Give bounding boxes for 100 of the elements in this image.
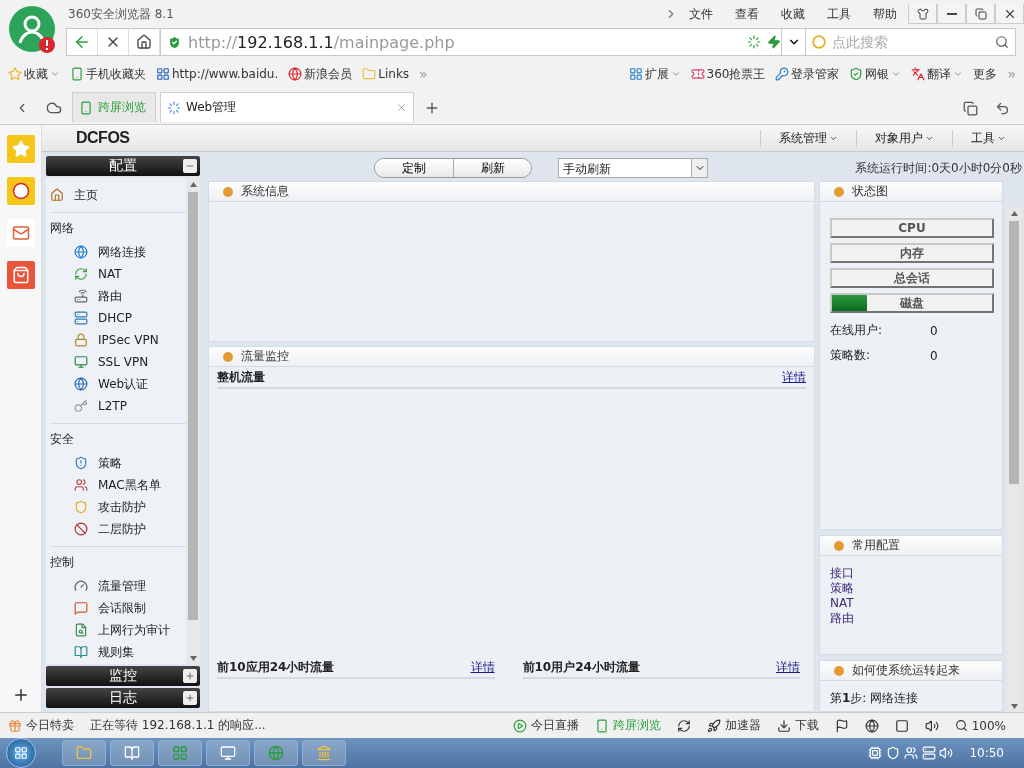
server-icon[interactable]: [921, 746, 936, 760]
cloud-icon[interactable]: [46, 100, 62, 116]
collapse-icon[interactable]: [183, 159, 197, 173]
scroll-down-icon[interactable]: [1010, 703, 1018, 709]
mail-icon[interactable]: [6, 219, 35, 247]
nav-item[interactable]: SSL VPN: [50, 351, 186, 373]
config-link[interactable]: 接口: [830, 566, 992, 581]
close-tab-icon[interactable]: [396, 102, 407, 113]
windows-icon: [14, 746, 28, 760]
bookmark[interactable]: 新浪会员: [288, 65, 353, 83]
nav-item[interactable]: 主页: [50, 184, 186, 206]
taskbar-button[interactable]: [62, 740, 106, 766]
toolbar-button[interactable]: 刷新: [453, 159, 531, 177]
nav-item[interactable]: 会话限制: [50, 597, 186, 619]
download-button[interactable]: 下载: [776, 717, 819, 734]
chip-icon[interactable]: [868, 746, 883, 760]
minimize-button[interactable]: [937, 4, 966, 24]
nav-item[interactable]: 策略: [50, 452, 186, 474]
globe-icon[interactable]: [864, 718, 879, 733]
flag-icon[interactable]: [834, 718, 849, 733]
caret-icon[interactable]: [50, 69, 60, 79]
section-header[interactable]: 日志: [46, 688, 200, 708]
menu-item[interactable]: 工具: [827, 5, 851, 23]
menu-item[interactable]: 查看: [735, 5, 759, 23]
toolbar-item[interactable]: 更多: [973, 65, 998, 83]
refresh-icon[interactable]: [676, 718, 691, 733]
refresh-select[interactable]: 手动刷新: [558, 158, 708, 178]
menu-item[interactable]: 帮助: [873, 5, 897, 23]
caret-icon[interactable]: [670, 69, 681, 79]
section-header[interactable]: 监控: [46, 666, 200, 686]
scrollbar[interactable]: [1007, 207, 1021, 712]
lightning-icon[interactable]: [767, 35, 781, 49]
expand-icon[interactable]: [183, 669, 197, 683]
header-menu[interactable]: 工具: [952, 129, 1024, 147]
taskbar-button[interactable]: [302, 740, 346, 766]
zoom-button[interactable]: 100%: [954, 718, 1006, 733]
dropdown-button[interactable]: [782, 28, 806, 56]
scroll-down-icon[interactable]: [189, 655, 197, 661]
tab[interactable]: Web管理: [160, 92, 414, 122]
toolbar-item[interactable]: 扩展: [628, 65, 681, 83]
nav-item[interactable]: 攻击防护: [50, 496, 186, 518]
bookmark[interactable]: Links: [362, 67, 410, 81]
config-link[interactable]: 路由: [830, 611, 992, 626]
window-icon[interactable]: [894, 718, 909, 733]
nav-item[interactable]: NAT: [50, 263, 186, 285]
bookmark[interactable]: 收藏: [8, 65, 60, 83]
toolbar-button[interactable]: 定制: [375, 159, 453, 177]
bookmark[interactable]: http://www.baidu.: [156, 67, 279, 81]
taskbar-button[interactable]: [110, 740, 154, 766]
search-box[interactable]: 点此搜索: [806, 28, 1016, 56]
shield-icon[interactable]: [885, 746, 900, 760]
avatar-icon[interactable]: [8, 5, 58, 55]
nav-item[interactable]: MAC黑名单: [50, 474, 186, 496]
nav-item[interactable]: IPSec VPN: [50, 329, 186, 351]
details-link[interactable]: 详情: [782, 368, 806, 386]
close-button[interactable]: [995, 4, 1024, 24]
scroll-up-icon[interactable]: [189, 181, 197, 187]
volume-icon[interactable]: [924, 718, 939, 733]
header-menu[interactable]: 系统管理: [760, 129, 856, 147]
address-field[interactable]: http://192.168.1.1/mainpage.php: [160, 28, 782, 56]
header-menu[interactable]: 对象用户: [856, 129, 952, 147]
toolbar-item[interactable]: 网银: [849, 65, 902, 83]
nav-item[interactable]: 二层防护: [50, 518, 186, 540]
scroll-up-icon[interactable]: [1010, 210, 1018, 216]
taskbar-button[interactable]: [206, 740, 250, 766]
undo-icon[interactable]: [994, 100, 1010, 116]
nav-item[interactable]: 规则集: [50, 641, 186, 663]
nav-item[interactable]: 上网行为审计: [50, 619, 186, 641]
nav-item[interactable]: Web认证: [50, 373, 186, 395]
toolbar-item[interactable]: 登录管家: [775, 65, 840, 83]
toolbar-item[interactable]: 360抢票王: [690, 65, 766, 83]
details-link[interactable]: 详情: [470, 658, 495, 676]
window-list-icon[interactable]: [962, 100, 978, 116]
caret-icon[interactable]: [953, 69, 964, 79]
new-tab-icon[interactable]: [424, 100, 440, 116]
details-link[interactable]: 详情: [776, 658, 800, 676]
nav-item[interactable]: 网络连接: [50, 241, 186, 263]
nav-item[interactable]: L2TP: [50, 395, 186, 417]
shopping-bag-icon[interactable]: [6, 261, 35, 289]
nav-item[interactable]: DHCP: [50, 307, 186, 329]
menu-item[interactable]: 文件: [689, 5, 713, 23]
search-field[interactable]: 点此搜索: [830, 33, 991, 51]
scrollbar[interactable]: [186, 178, 200, 664]
menu-item[interactable]: 收藏: [781, 5, 805, 23]
expand-icon[interactable]: [183, 691, 197, 705]
section-header[interactable]: 配置: [46, 156, 200, 176]
search-icon[interactable]: [995, 35, 1009, 49]
bookmark[interactable]: 手机收藏夹: [70, 65, 146, 83]
live-button[interactable]: 今日直播: [512, 717, 579, 734]
start-button[interactable]: [6, 738, 36, 768]
toolbar-item[interactable]: 翻译: [911, 65, 964, 83]
config-link[interactable]: 策略: [830, 581, 992, 596]
skin-button[interactable]: [908, 4, 937, 24]
promo-link[interactable]: 今日特卖: [8, 717, 74, 734]
nav-item[interactable]: 流量管理: [50, 575, 186, 597]
nav-item[interactable]: 路由: [50, 285, 186, 307]
caret-icon[interactable]: [891, 69, 902, 79]
config-link[interactable]: NAT: [830, 596, 992, 611]
accelerator-button[interactable]: 加速器: [706, 717, 761, 734]
users-icon[interactable]: [903, 746, 918, 760]
